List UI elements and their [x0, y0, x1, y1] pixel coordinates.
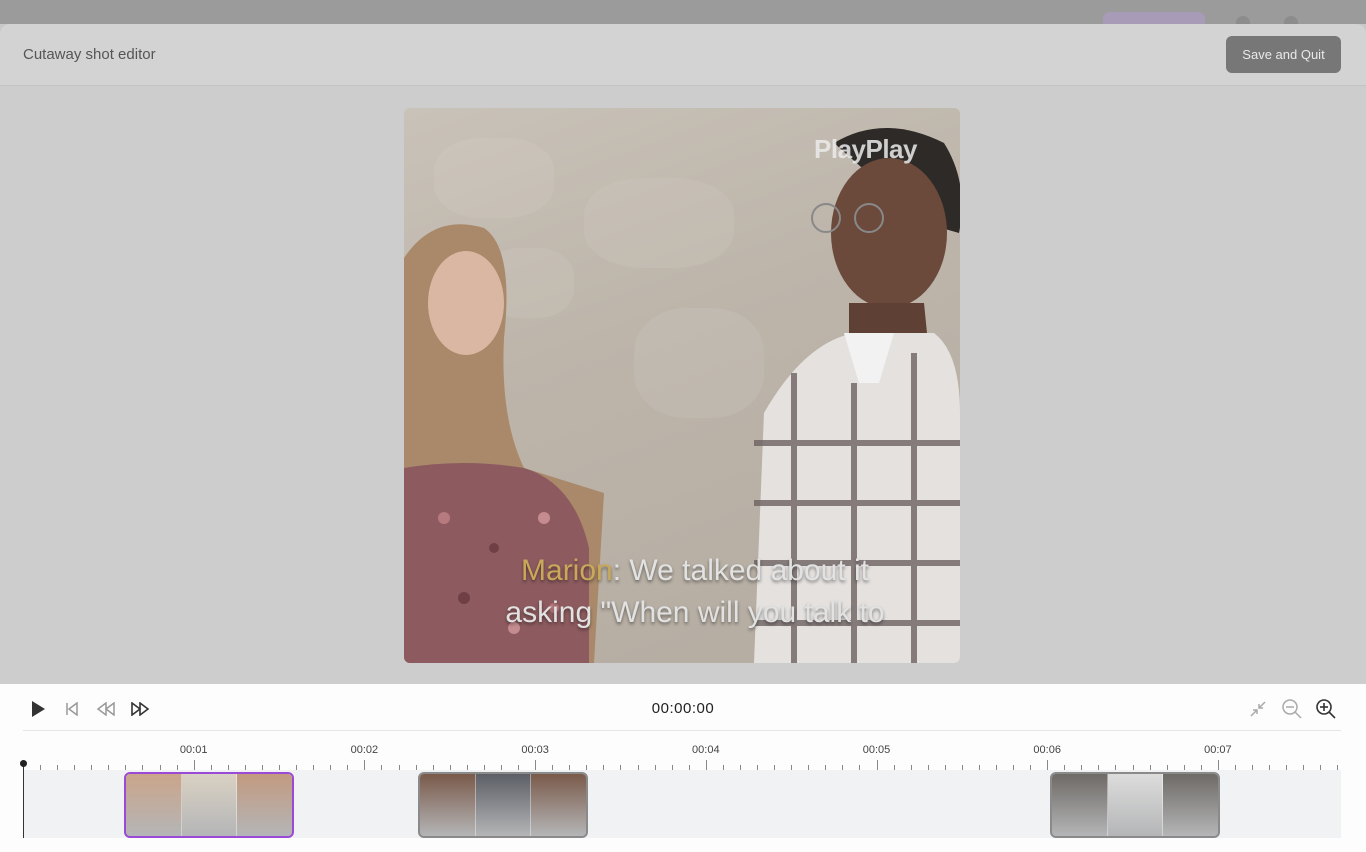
ruler-label: 00:01 [179, 744, 208, 756]
clip-thumbnail [181, 774, 238, 836]
cutaway-editor-modal: Cutaway shot editor Save and Quit PlayPl… [0, 24, 1366, 852]
modal-header: Cutaway shot editor Save and Quit [0, 24, 1366, 86]
playhead-handle[interactable] [20, 760, 27, 767]
ruler-tick [705, 760, 707, 770]
playplay-watermark: PlayPlay [814, 134, 917, 164]
ruler-tick [1217, 760, 1219, 770]
play-icon[interactable] [27, 698, 49, 720]
clip-thumbnail [420, 774, 476, 836]
playhead[interactable] [23, 762, 24, 838]
zoom-in-icon[interactable] [1315, 698, 1337, 720]
fast-forward-icon[interactable] [129, 698, 151, 720]
ruler-tick [193, 760, 195, 770]
background-icon [1284, 16, 1298, 24]
wall-texture [584, 178, 734, 268]
ruler-label: 00:05 [862, 744, 891, 756]
divider [23, 730, 1341, 731]
rewind-icon[interactable] [95, 698, 117, 720]
timeline-ruler[interactable]: 00:01 00:02 00:03 00:04 00:05 00:06 00:07 [23, 744, 1341, 770]
clip-presentation[interactable] [1050, 772, 1220, 838]
ruler-tick [1047, 760, 1049, 770]
subtitle-line-1: Marion: We talked about it [404, 554, 960, 588]
timeline-panel: 00:00:00 00:01 00:02 00:03 00:04 00:05 00:06 0… [0, 684, 1366, 852]
wall-texture [634, 308, 764, 418]
ruler-label: 00:02 [350, 744, 379, 756]
clip-thumbnail [126, 774, 182, 836]
clip-thumbnail [1052, 774, 1108, 836]
zoom-out-icon[interactable] [1281, 698, 1303, 720]
ruler-label: 00:04 [692, 744, 720, 756]
ruler-tick [876, 760, 878, 770]
clip-thumbnail [237, 774, 292, 836]
save-and-quit-button[interactable]: Save and Quit [1226, 36, 1341, 73]
subtitle-line-2: asking "When will you talk to [505, 596, 885, 629]
wall-texture [434, 138, 554, 218]
ruler-label: 00:03 [521, 744, 549, 756]
collapse-icon[interactable] [1247, 698, 1269, 720]
modal-title: Cutaway shot editor [23, 46, 156, 63]
clip-city-sunset[interactable] [418, 772, 588, 838]
clip-thumbnail [531, 774, 586, 836]
clip-thumbnail [475, 774, 532, 836]
skip-to-start-icon[interactable] [61, 698, 83, 720]
ruler-label: 00:06 [1033, 744, 1061, 756]
current-timecode: 00:00:00 [651, 700, 715, 717]
ruler-tick [535, 760, 537, 770]
ruler-tick [364, 760, 366, 770]
subtitle-text: : We talked about it [612, 554, 869, 587]
background-icon [1236, 16, 1250, 24]
speaker-name: Marion [521, 554, 613, 587]
clip-thumbnail [1107, 774, 1164, 836]
ruler-label: 00:07 [1204, 744, 1232, 756]
background-app-header [0, 0, 1366, 26]
clip-meeting-room[interactable] [124, 772, 294, 838]
video-preview[interactable]: PlayPlay Marion: We talked about it aski… [404, 108, 960, 663]
clip-thumbnail [1163, 774, 1218, 836]
